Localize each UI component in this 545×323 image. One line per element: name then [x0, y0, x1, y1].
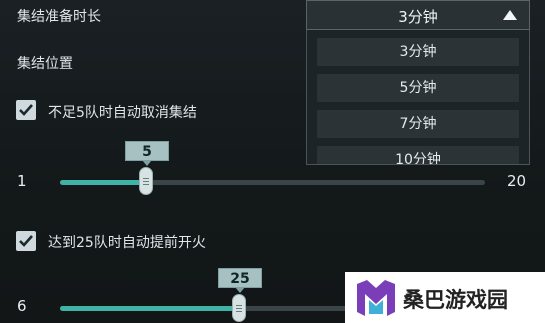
auto-cancel-label: 不足5队时自动取消集结 — [48, 105, 197, 121]
slider-min-label: 6 — [17, 297, 27, 315]
chevron-up-icon — [503, 10, 517, 20]
dropdown-option[interactable]: 5分钟 — [317, 74, 519, 102]
slider-min-label: 1 — [17, 172, 27, 190]
dropdown-selected-value: 3分钟 — [398, 8, 438, 26]
dropdown-option-list[interactable]: 3分钟 5分钟 7分钟 10分钟 — [306, 30, 530, 165]
auto-start-slider-fill — [60, 306, 238, 311]
dropdown-option[interactable]: 10分钟 — [317, 146, 519, 164]
dropdown-option[interactable]: 3分钟 — [317, 38, 519, 66]
rally-position-label: 集结位置 — [17, 56, 73, 72]
auto-start-slider-track[interactable] — [60, 306, 360, 311]
auto-start-label: 达到25队时自动提前开火 — [48, 235, 206, 251]
slider-max-label: 20 — [507, 172, 527, 190]
watermark: 桑巴游戏园 — [345, 272, 545, 323]
checkmark-icon — [19, 235, 33, 247]
auto-start-slider-handle[interactable] — [232, 294, 246, 322]
auto-cancel-checkbox[interactable] — [16, 100, 36, 120]
auto-start-value-tooltip: 25 — [218, 268, 262, 293]
auto-cancel-slider-handle[interactable] — [139, 167, 153, 195]
auto-cancel-slider-fill — [60, 180, 146, 185]
auto-start-checkbox[interactable] — [16, 231, 36, 251]
rally-duration-dropdown[interactable]: 3分钟 — [306, 0, 530, 30]
checkmark-icon — [19, 104, 33, 116]
auto-cancel-value-tooltip: 5 — [125, 141, 169, 166]
rally-duration-label: 集结准备时长 — [17, 9, 101, 25]
watermark-logo-icon — [357, 280, 395, 316]
watermark-text: 桑巴游戏园 — [403, 288, 508, 312]
dropdown-option[interactable]: 7分钟 — [317, 110, 519, 138]
auto-cancel-slider-track[interactable] — [60, 180, 485, 185]
